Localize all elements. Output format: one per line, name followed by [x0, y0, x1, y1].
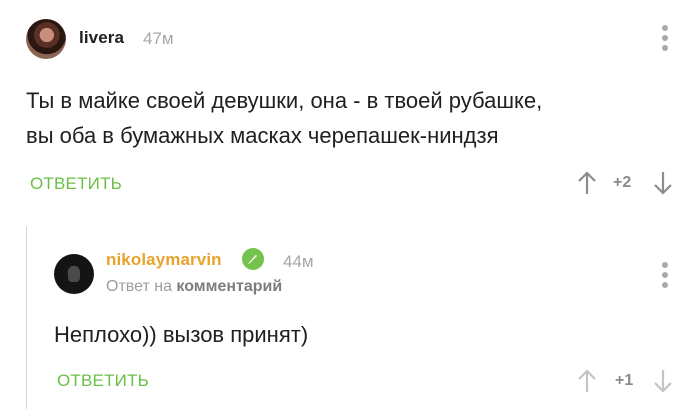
comment-username[interactable]: livera	[79, 28, 124, 48]
comment-time: 47м	[143, 29, 174, 48]
comment-username[interactable]: nikolaymarvin	[106, 250, 222, 270]
reply-button[interactable]: ОТВЕТИТЬ	[30, 174, 122, 194]
verified-check-icon	[242, 248, 264, 270]
reply-to-prefix: Ответ на	[106, 278, 172, 295]
arrow-down-icon[interactable]	[652, 170, 674, 196]
reply-to-text: Ответ на комментарий	[106, 278, 282, 296]
arrow-down-icon[interactable]	[652, 368, 674, 394]
more-vertical-icon[interactable]	[660, 25, 670, 53]
arrow-up-icon[interactable]	[576, 368, 598, 394]
comment-time: 44м	[283, 252, 314, 271]
more-vertical-icon[interactable]	[660, 262, 670, 290]
comment-text-line: вы оба в бумажных масках черепашек-ниндз…	[26, 123, 499, 148]
arrow-up-icon[interactable]	[576, 170, 598, 196]
thread-line[interactable]	[26, 226, 27, 409]
avatar[interactable]	[54, 254, 94, 294]
reply-button[interactable]: ОТВЕТИТЬ	[57, 371, 149, 391]
comment-text-line: Неплохо)) вызов принят)	[54, 322, 309, 347]
reply-to-link[interactable]: комментарий	[176, 278, 282, 295]
comment-text-line: Ты в майке своей девушки, она - в твоей …	[26, 88, 543, 113]
rating-value: +2	[613, 174, 632, 191]
rating-value: +1	[615, 372, 634, 389]
avatar[interactable]	[26, 19, 66, 59]
